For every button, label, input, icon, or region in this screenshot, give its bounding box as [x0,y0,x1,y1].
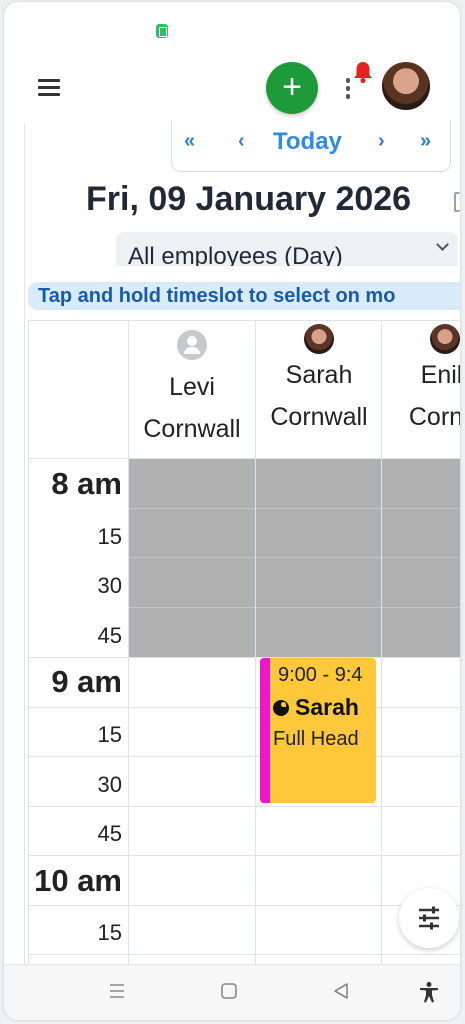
date-navigation: « ‹ Today › » [171,120,451,172]
time-label: 15 [97,524,122,549]
employee-first-name: Sarah [285,361,353,389]
date-title: Fri, 09 January 2026 [86,180,412,218]
time-label: 30 [97,573,122,598]
filter-button[interactable] [399,888,459,948]
time-label: 45 [97,623,122,648]
appointment-client-name: Sarah [295,694,359,720]
employee-first-name: Enik [420,361,460,389]
employee-last-name: Cornwall [143,415,241,443]
last-page-button[interactable]: » [420,130,431,153]
system-navigation-bar [4,964,460,1020]
calendar-edge-icon [454,192,460,212]
accessibility-icon[interactable] [418,981,440,1003]
appointment-card[interactable]: 9:00 - 9:4 Sarah Full Head [260,658,376,803]
bell-icon[interactable] [352,60,374,84]
employee-first-name: Levi [169,373,215,401]
time-label: 45 [97,821,122,846]
battery-icon [156,24,168,38]
default-user-icon [177,330,207,360]
kebab-icon[interactable] [344,78,352,100]
time-label: 8 am [51,466,122,501]
employee-last-name: Cornwall [270,403,368,431]
time-label: 15 [97,920,122,945]
next-day-button[interactable]: › [378,130,385,153]
time-label: 9 am [51,664,122,699]
time-label: 10 am [34,863,122,898]
employee-view-value: All employees (Day) [128,243,343,266]
appointment-color-bar [260,658,270,803]
back-icon[interactable] [332,981,350,1001]
pie-chart-icon [273,700,289,716]
recent-apps-icon[interactable] [108,981,126,1001]
phone-screen: + « ‹ Today › » Fri, 09 January 2026 All… [4,2,460,1020]
previous-day-button[interactable]: ‹ [238,130,245,153]
appointment-service: Full Head [273,728,359,750]
home-icon[interactable] [220,981,238,1001]
time-label: 15 [97,722,122,747]
hint-text: Tap and hold timeslot to select on mo [38,285,396,307]
chevron-down-icon [436,238,449,251]
hint-banner: Tap and hold timeslot to select on mo [28,282,460,310]
employee-column-header[interactable]: Enik Cornw [382,320,460,438]
employee-avatar [304,324,334,354]
employee-last-name: Cornw [408,403,460,431]
sliders-icon [419,906,439,930]
first-page-button[interactable]: « [184,130,195,153]
employee-column-header[interactable]: Sarah Cornwall [256,320,382,438]
appointment-time: 9:00 - 9:4 [278,664,363,686]
today-button[interactable]: Today [273,128,342,156]
hamburger-menu-icon[interactable] [36,76,62,98]
time-label: 30 [97,772,122,797]
employee-column-header[interactable]: Levi Cornwall [129,320,255,450]
add-button[interactable]: + [266,62,318,114]
schedule-grid: Levi Cornwall Sarah Cornwall Enik Cornw … [28,320,460,964]
user-avatar[interactable] [380,60,432,112]
appointment-client: Sarah [273,694,359,721]
employee-avatar [430,324,460,354]
employee-view-select[interactable]: All employees (Day) [116,232,458,266]
